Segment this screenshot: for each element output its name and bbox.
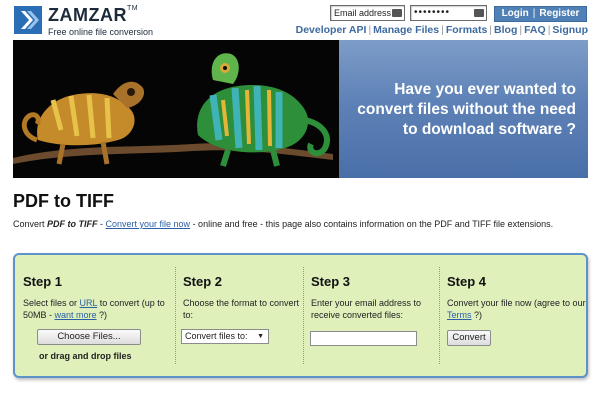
step-2: Step 2 Choose the format to convert to: … bbox=[175, 255, 303, 376]
step-2-text: Choose the format to convert to: bbox=[183, 298, 300, 320]
convert-button[interactable]: Convert bbox=[447, 330, 491, 346]
register-link[interactable]: Register bbox=[539, 8, 579, 19]
nav-manage-files[interactable]: Manage Files bbox=[373, 24, 439, 36]
choose-files-button[interactable]: Choose Files... bbox=[37, 329, 141, 345]
step-1-text: Select files or URL to convert (up to 50… bbox=[23, 298, 165, 320]
nav-formats[interactable]: Formats bbox=[446, 24, 487, 36]
intro-text: Convert PDF to TIFF - Convert your file … bbox=[13, 219, 554, 229]
email-placeholder: Email address bbox=[334, 8, 392, 18]
step-3: Step 3 Enter your email address to recei… bbox=[303, 255, 439, 376]
want-more-link[interactable]: want more bbox=[55, 310, 97, 320]
hero-banner: Have you ever wanted to convert files wi… bbox=[13, 40, 588, 178]
step-2-title: Step 2 bbox=[183, 274, 223, 289]
step-3-title: Step 3 bbox=[311, 274, 351, 289]
conversion-steps-panel: Step 1 Select files or URL to convert (u… bbox=[13, 253, 588, 378]
step-1: Step 1 Select files or URL to convert (u… bbox=[15, 255, 175, 376]
step-4: Step 4 Convert your file now (agree to o… bbox=[439, 255, 587, 376]
step-3-text: Enter your email address to receive conv… bbox=[311, 298, 422, 320]
chevron-down-icon: ▼ bbox=[257, 333, 264, 340]
page-title: PDF to TIFF bbox=[13, 191, 114, 211]
banner-headline: Have you ever wanted to convert files wi… bbox=[357, 81, 576, 138]
step-1-title: Step 1 bbox=[23, 274, 63, 289]
step-4-title: Step 4 bbox=[447, 274, 487, 289]
terms-link[interactable]: Terms bbox=[447, 310, 472, 320]
password-field[interactable]: •••••••• bbox=[410, 5, 487, 21]
nav-blog[interactable]: Blog bbox=[494, 24, 517, 36]
email-input[interactable] bbox=[310, 331, 417, 346]
url-link[interactable]: URL bbox=[80, 298, 98, 308]
brand-tagline: Free online file conversion bbox=[48, 27, 154, 37]
convert-now-link[interactable]: Convert your file now bbox=[106, 219, 191, 229]
logo-chevron-icon bbox=[14, 6, 42, 34]
login-register-button[interactable]: Login | Register bbox=[494, 6, 587, 22]
format-select[interactable]: Convert files to: ▼ bbox=[181, 329, 269, 344]
email-field[interactable]: Email address bbox=[330, 5, 405, 21]
chameleon-illustration bbox=[13, 53, 333, 167]
keyboard-icon bbox=[392, 9, 402, 17]
nav-developer-api[interactable]: Developer API bbox=[296, 24, 367, 36]
brand-name: ZAMZARTM bbox=[48, 5, 139, 25]
nav-signup[interactable]: Signup bbox=[552, 24, 588, 36]
zamzar-logo[interactable]: ZAMZARTM Free online file conversion bbox=[14, 5, 194, 37]
top-nav: Developer API | Manage Files | Formats | Blog |… bbox=[295, 24, 588, 36]
nav-faq[interactable]: FAQ bbox=[524, 24, 546, 36]
keyboard-icon bbox=[474, 9, 484, 17]
drag-drop-hint: or drag and drop files bbox=[39, 351, 132, 361]
step-4-text: Convert your file now (agree to our Term… bbox=[447, 298, 586, 320]
password-mask: •••••••• bbox=[414, 7, 451, 18]
login-link[interactable]: Login bbox=[502, 8, 529, 19]
